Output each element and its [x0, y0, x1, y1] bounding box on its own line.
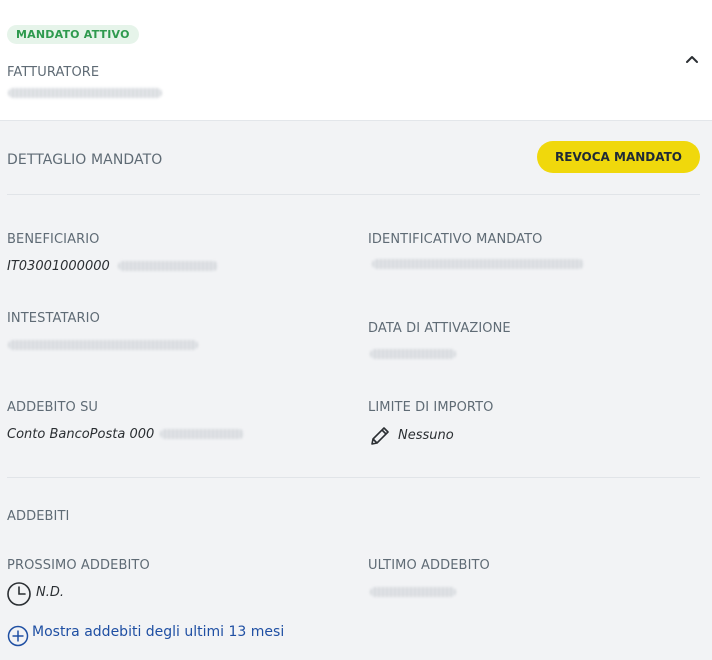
- limite-label: LIMITE DI IMPORTO: [368, 400, 494, 415]
- status-badge: MANDATO ATTIVO: [7, 25, 139, 44]
- data-attivazione-label: DATA DI ATTIVAZIONE: [368, 321, 511, 336]
- limite-value: Nessuno: [398, 428, 454, 443]
- addebito-su-value: Conto BancoPosta 000: [7, 427, 155, 442]
- clock-icon: [6, 581, 32, 611]
- show-charges-link[interactable]: Mostra addebiti degli ultimi 13 mesi: [32, 624, 284, 640]
- prossimo-addebito-label: PROSSIMO ADDEBITO: [7, 558, 150, 573]
- addebito-su-label: ADDEBITO SU: [7, 400, 99, 415]
- mandate-detail-section: [0, 121, 712, 660]
- addebito-su-value-redacted: [160, 429, 244, 439]
- pencil-icon[interactable]: [368, 424, 392, 452]
- beneficiario-label: BENEFICIARIO: [7, 232, 100, 247]
- beneficiario-value-redacted: [118, 261, 218, 271]
- chevron-up-icon[interactable]: [684, 52, 700, 68]
- addebiti-title: ADDEBITI: [7, 509, 70, 524]
- divider: [7, 194, 700, 195]
- data-attivazione-value-redacted: [370, 349, 456, 359]
- intestatario-value-redacted: [8, 340, 198, 350]
- divider: [7, 477, 700, 478]
- beneficiario-value: IT03001000000: [7, 259, 110, 274]
- prossimo-addebito-value: N.D.: [36, 585, 64, 600]
- detail-title: DETTAGLIO MANDATO: [7, 152, 163, 168]
- identificativo-label: IDENTIFICATIVO MANDATO: [368, 232, 543, 247]
- intestatario-label: INTESTATARIO: [7, 311, 100, 326]
- mandate-header-card: MANDATO ATTIVO FATTURATORE: [0, 0, 712, 121]
- revoke-mandate-button[interactable]: REVOCA MANDATO: [537, 141, 700, 173]
- ultimo-addebito-value-redacted: [370, 587, 456, 597]
- fatturatore-label: FATTURATORE: [7, 65, 100, 80]
- plus-circle-icon[interactable]: [7, 625, 29, 651]
- fatturatore-value-redacted: [8, 88, 162, 98]
- ultimo-addebito-label: ULTIMO ADDEBITO: [368, 558, 490, 573]
- identificativo-value-redacted: [372, 259, 584, 269]
